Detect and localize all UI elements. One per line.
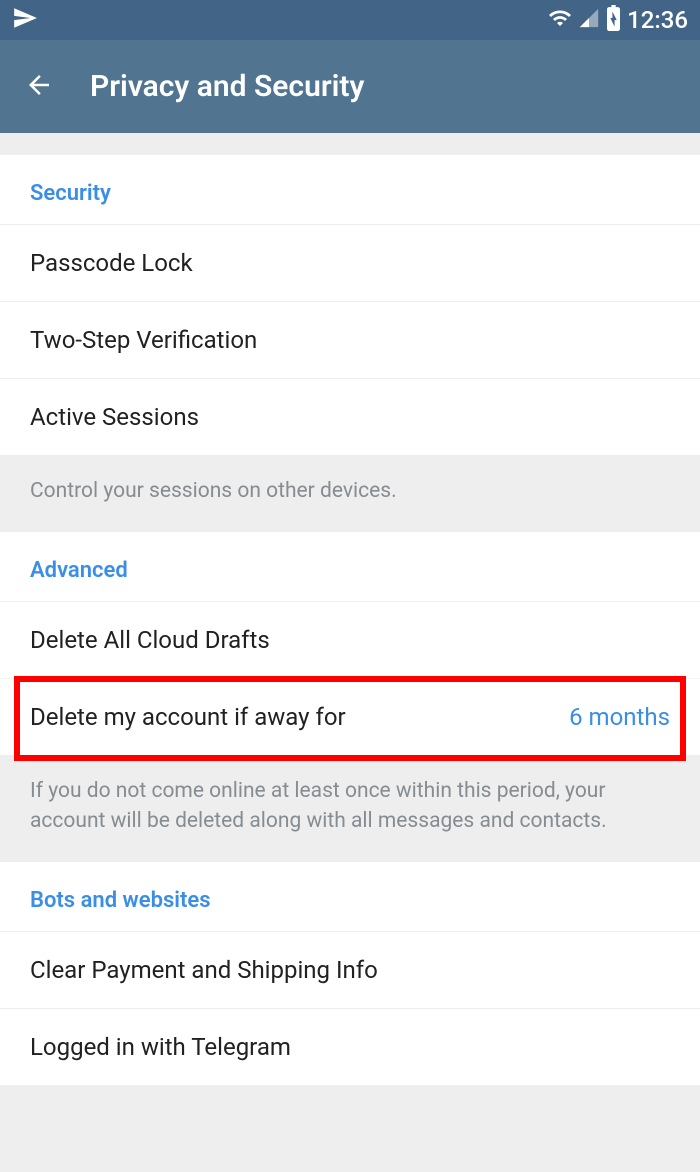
status-bar: 12:36 — [0, 0, 700, 40]
item-label: Delete my account if away for — [30, 703, 346, 731]
section-bots: Bots and websites Clear Payment and Ship… — [0, 862, 700, 1085]
item-delete-account-if-away[interactable]: Delete my account if away for 6 months — [0, 678, 700, 755]
status-time: 12:36 — [627, 6, 688, 34]
battery-icon — [606, 5, 621, 35]
section-header-security: Security — [0, 181, 700, 224]
page-title: Privacy and Security — [90, 69, 364, 104]
section-advanced: Advanced Delete All Cloud Drafts Delete … — [0, 532, 700, 755]
cell-signal-icon — [578, 7, 600, 33]
item-label: Active Sessions — [30, 403, 199, 431]
item-delete-cloud-drafts[interactable]: Delete All Cloud Drafts — [0, 601, 700, 678]
app-bar: Privacy and Security — [0, 40, 700, 133]
item-label: Two-Step Verification — [30, 326, 257, 354]
item-two-step-verification[interactable]: Two-Step Verification — [0, 301, 700, 378]
item-label: Clear Payment and Shipping Info — [30, 956, 378, 984]
section-footer-security: Control your sessions on other devices. — [0, 455, 700, 532]
item-passcode-lock[interactable]: Passcode Lock — [0, 224, 700, 301]
section-footer-advanced: If you do not come online at least once … — [0, 755, 700, 862]
item-active-sessions[interactable]: Active Sessions — [0, 378, 700, 455]
item-label: Delete All Cloud Drafts — [30, 626, 270, 654]
status-app-icon — [12, 5, 38, 35]
wifi-icon — [548, 6, 572, 34]
item-label: Passcode Lock — [30, 249, 193, 277]
item-logged-in-telegram[interactable]: Logged in with Telegram — [0, 1008, 700, 1085]
back-icon[interactable] — [24, 70, 54, 104]
item-value: 6 months — [569, 703, 670, 731]
section-header-bots: Bots and websites — [0, 888, 700, 931]
item-label: Logged in with Telegram — [30, 1033, 291, 1061]
section-header-advanced: Advanced — [0, 558, 700, 601]
section-security: Security Passcode Lock Two-Step Verifica… — [0, 155, 700, 455]
item-clear-payment-shipping[interactable]: Clear Payment and Shipping Info — [0, 931, 700, 1008]
